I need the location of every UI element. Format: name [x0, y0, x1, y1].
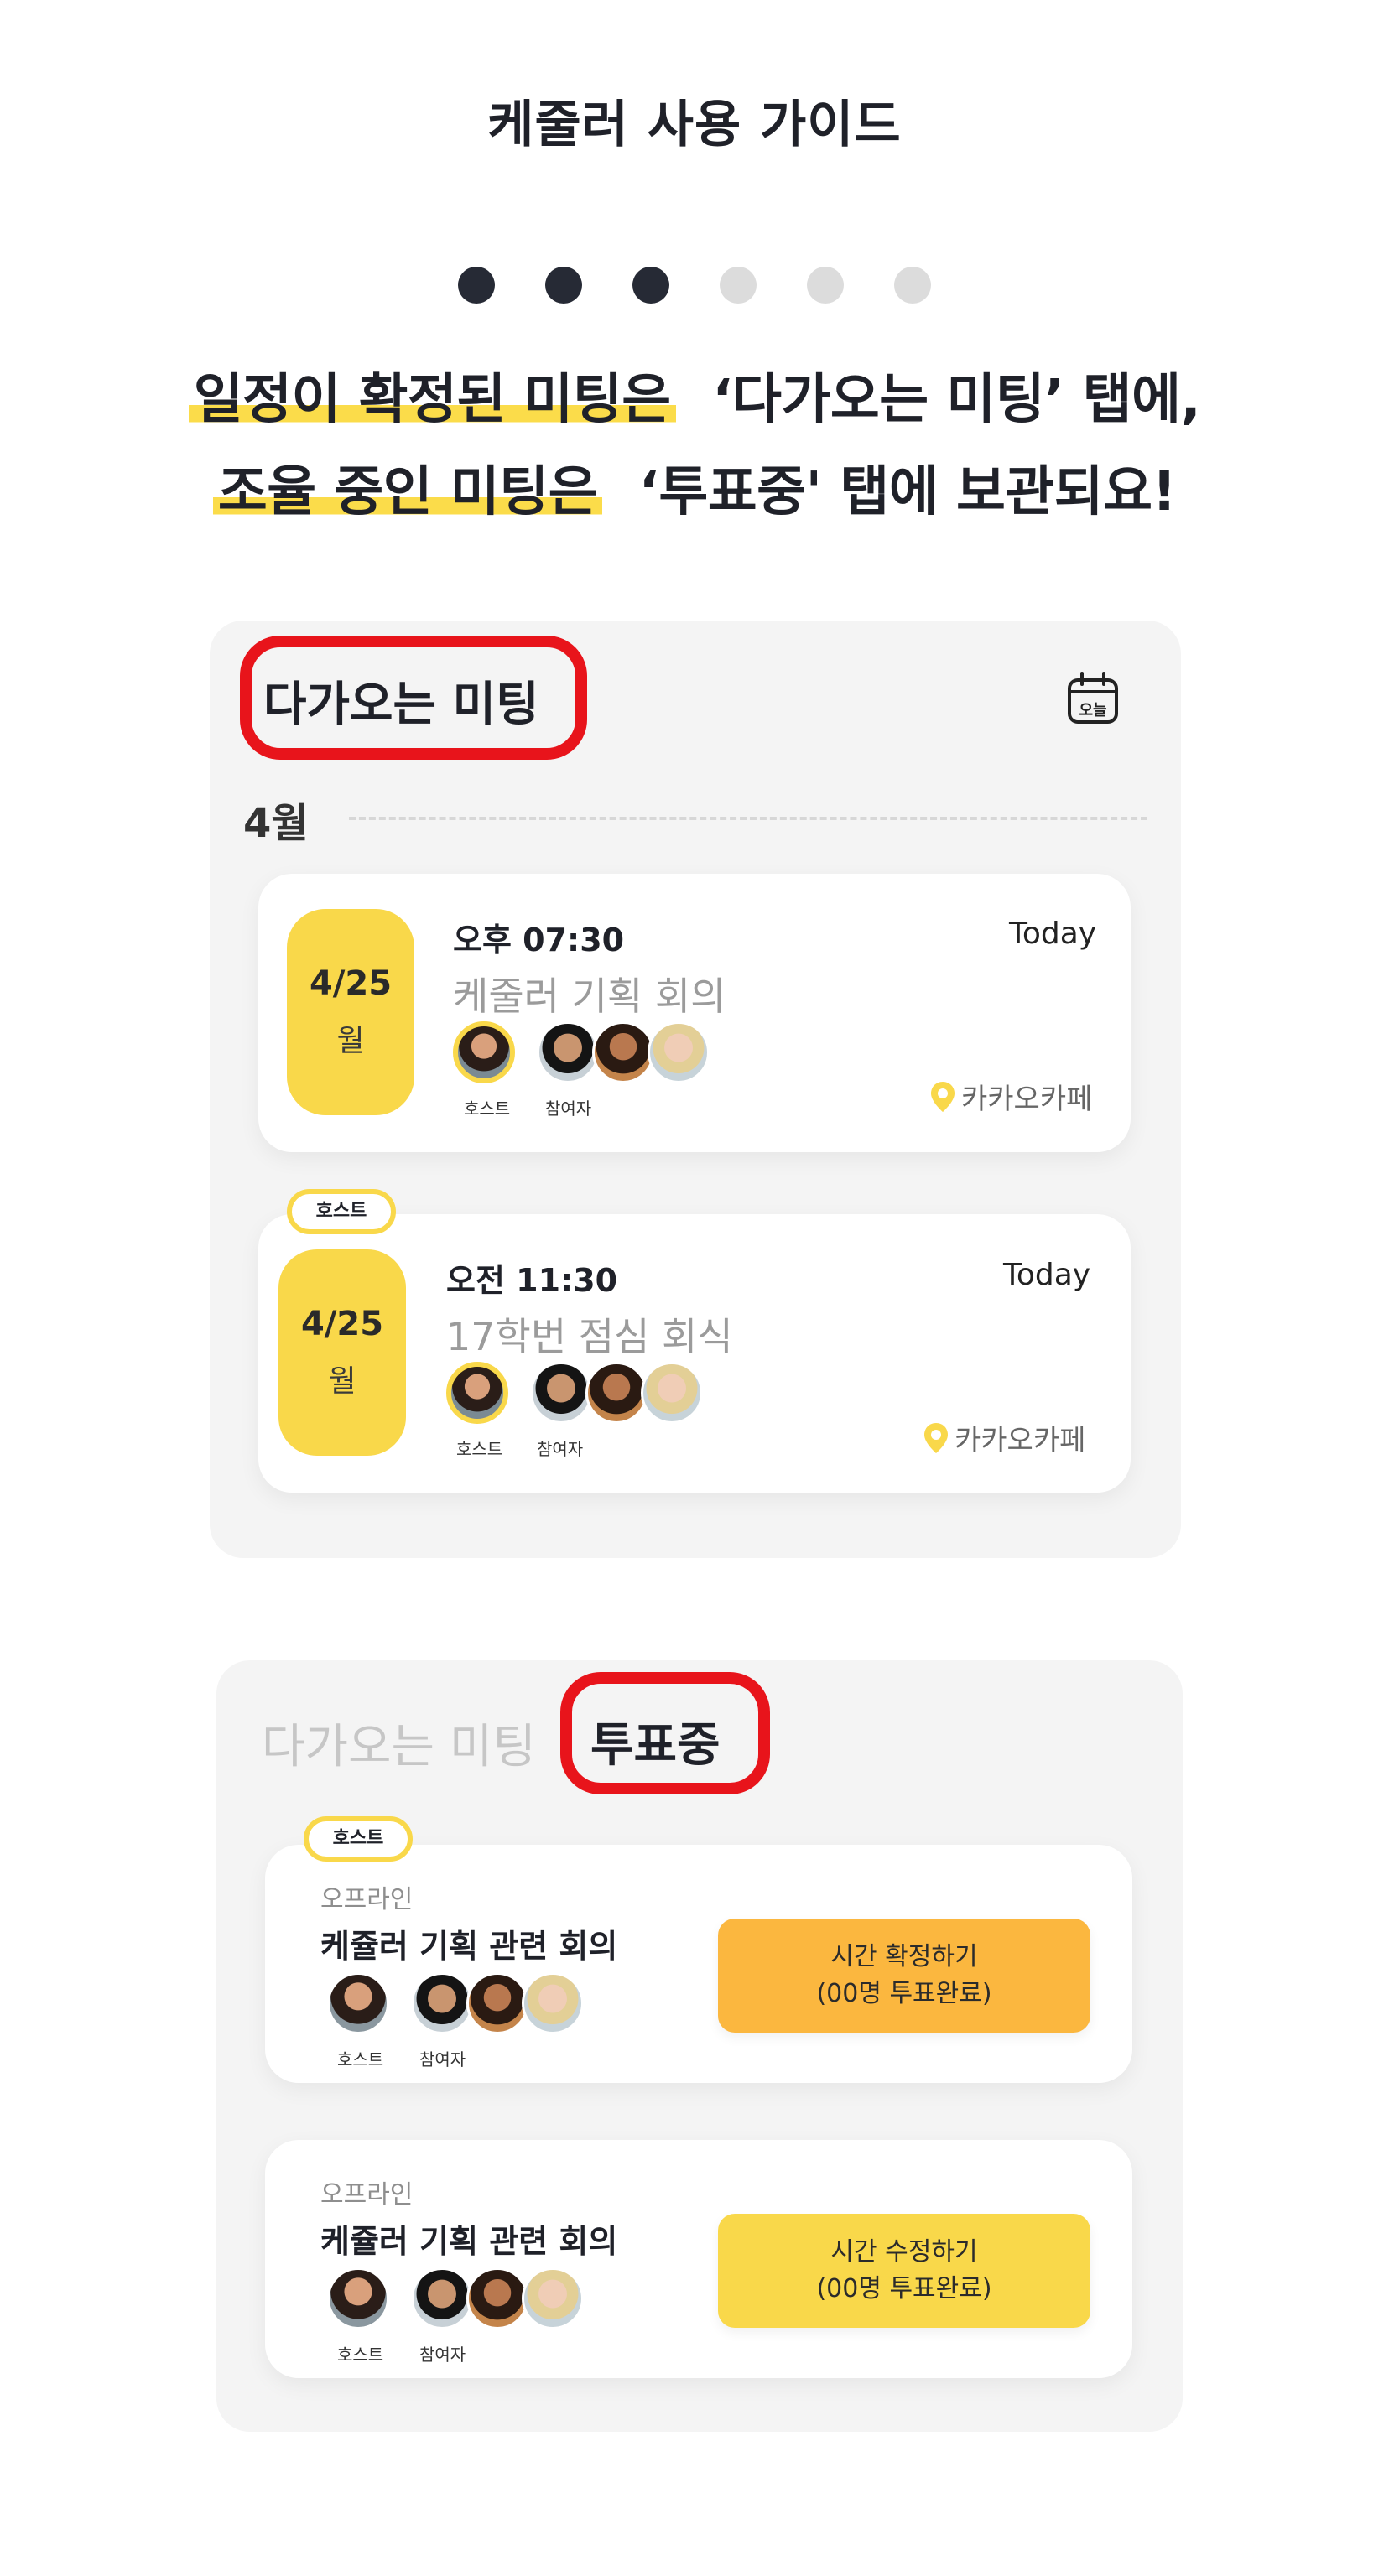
host-avatar [446, 1362, 508, 1424]
page-dot[interactable] [807, 267, 844, 304]
meeting-date: 4/25 [300, 1305, 384, 1343]
host-badge: 호스트 [304, 1816, 413, 1862]
attendee-avatars [327, 1972, 604, 2039]
meeting-weekday: 월 [336, 1024, 365, 1058]
participant-avatar [648, 1021, 710, 1083]
today-badge: Today [1009, 917, 1097, 951]
host-label: 호스트 [456, 1439, 503, 1459]
upcoming-meetings-header: 다가오는 미팅 [263, 678, 539, 732]
participant-label: 참여자 [537, 1439, 584, 1459]
meeting-type: 오프라인 [320, 2180, 414, 2210]
host-label: 호스트 [337, 2049, 384, 2070]
edit-time-button[interactable]: 시간 수정하기 (00명 투표완료) [718, 2214, 1090, 2328]
button-label: 시간 수정하기 [830, 2237, 978, 2267]
participant-avatar [592, 1021, 654, 1083]
meeting-title: 케쥴러 기획 관련 회의 [320, 1928, 618, 1965]
date-box: 4/25 월 [287, 909, 414, 1115]
page-title: 케줄러 사용 가이드 [487, 96, 902, 154]
participant-label: 참여자 [419, 2049, 466, 2070]
location-text: 카카오카페 [955, 1424, 1086, 1457]
calendar-today-icon[interactable]: 오늘 [1065, 671, 1121, 726]
attendee-avatars [446, 1362, 731, 1429]
headline-line-2: 조율 중인 미팅은 ‘투표중' 탭에 보관되요! [0, 449, 1389, 526]
calendar-today-icon-label: 오늘 [1079, 702, 1106, 719]
participant-avatar [411, 2267, 473, 2329]
headline-highlight: 조율 중인 미팅은 [212, 461, 603, 523]
meeting-time: 오후 07:30 [453, 922, 625, 958]
page-dot[interactable] [894, 267, 931, 304]
participant-avatar [466, 1972, 528, 2034]
participant-avatar [537, 1021, 599, 1083]
today-badge: Today [1003, 1258, 1091, 1292]
host-label: 호스트 [337, 2345, 384, 2365]
host-avatar [327, 2267, 389, 2329]
page-indicator [0, 267, 1389, 304]
confirm-time-button[interactable]: 시간 확정하기 (00명 투표완료) [718, 1919, 1090, 2033]
month-label: 4월 [243, 800, 309, 847]
page-dot[interactable] [632, 267, 669, 304]
headline-highlight: 일정이 확정된 미팅은 [188, 369, 676, 431]
date-box: 4/25 월 [278, 1249, 406, 1456]
participant-avatar [466, 2267, 528, 2329]
month-divider [349, 817, 1147, 820]
page-dot[interactable] [720, 267, 757, 304]
participant-avatar [522, 1972, 584, 2034]
participant-label: 참여자 [545, 1098, 592, 1119]
meeting-date: 4/25 [309, 964, 393, 1003]
tab-voting[interactable]: 투표중 [590, 1707, 721, 1775]
location-pin-icon [924, 1422, 948, 1453]
participant-label: 참여자 [419, 2345, 466, 2365]
page-dot[interactable] [545, 267, 582, 304]
button-label: 시간 확정하기 [830, 1942, 978, 1971]
meeting-location: 카카오카페 [923, 1417, 1085, 1458]
participant-avatar [411, 1972, 473, 2034]
location-pin-icon [931, 1081, 955, 1112]
host-label: 호스트 [464, 1098, 511, 1119]
meeting-type: 오프라인 [320, 1885, 414, 1914]
meeting-time: 오전 11:30 [446, 1262, 618, 1299]
host-badge: 호스트 [287, 1189, 396, 1234]
page-dot[interactable] [458, 267, 495, 304]
host-avatar [453, 1021, 515, 1083]
headline-line-1: 일정이 확정된 미팅은 ‘다가오는 미팅’ 탭에, [0, 356, 1389, 434]
attendee-avatars [327, 2267, 604, 2334]
participant-avatar [585, 1362, 648, 1424]
location-text: 카카오카페 [961, 1083, 1093, 1116]
meeting-weekday: 월 [328, 1364, 356, 1399]
tab-upcoming-meetings[interactable]: 다가오는 미팅 [262, 1709, 536, 1777]
headline-text: ‘투표중' 탭에 보관되요! [638, 461, 1177, 523]
attendee-avatars [453, 1021, 738, 1088]
meeting-title: 케줄러 기획 회의 [453, 974, 726, 1019]
vote-count: (00명 투표완료) [816, 2274, 992, 2303]
meeting-location: 카카오카페 [929, 1076, 1092, 1117]
participant-avatar [522, 2267, 584, 2329]
participant-avatar [641, 1362, 703, 1424]
headline-text: ‘다가오는 미팅’ 탭에, [712, 369, 1201, 431]
participant-avatar [530, 1362, 592, 1424]
host-avatar [327, 1972, 389, 2034]
meeting-title: 케쥴러 기획 관련 회의 [320, 2223, 618, 2260]
meeting-title: 17학번 점심 회식 [446, 1314, 733, 1359]
vote-count: (00명 투표완료) [816, 1979, 992, 2008]
